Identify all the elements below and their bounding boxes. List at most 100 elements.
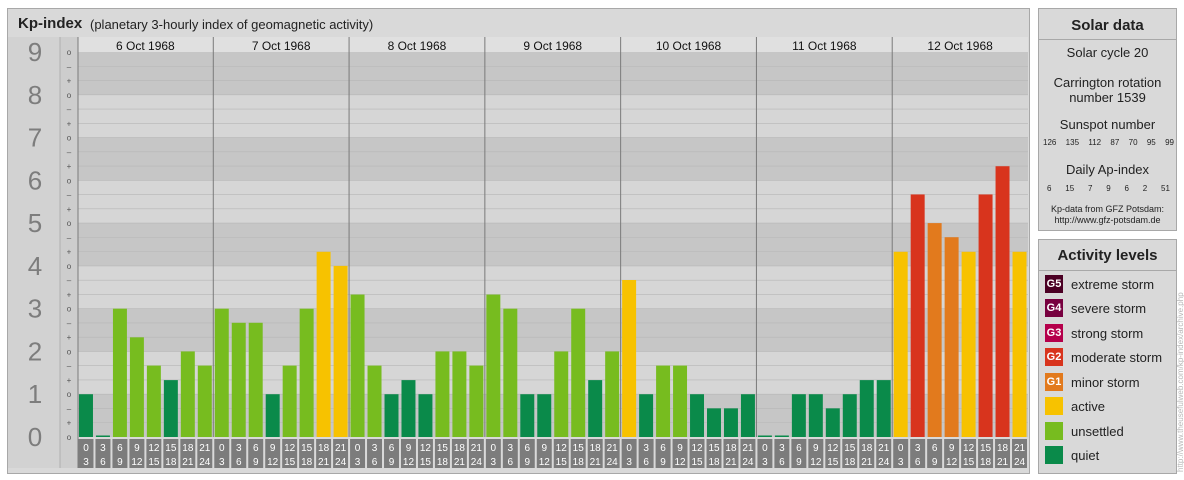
time-slot-start: 15 — [708, 443, 720, 454]
time-slot-start: 0 — [491, 443, 497, 454]
kp-bar-chart: 0123456789o+–o+–o+–o+–o+–o+–o+–o+–o+–o 6 … — [8, 37, 1028, 468]
active-swatch — [1045, 397, 1063, 415]
kp-bar — [571, 308, 586, 437]
time-slot-start: 9 — [406, 443, 412, 454]
time-slot-end: 18 — [437, 457, 449, 468]
legend-active: active — [1045, 396, 1105, 416]
time-slot-end: 24 — [471, 457, 483, 468]
y-minor-tick: o — [67, 176, 72, 185]
g2-badge: G2 — [1045, 348, 1063, 366]
time-slot-end: 24 — [742, 457, 754, 468]
legend-label: active — [1071, 398, 1105, 414]
time-slot-end: 9 — [117, 457, 123, 468]
solar-divider — [1039, 39, 1176, 40]
y-minor-tick: – — [67, 404, 72, 413]
y-minor-tick: o — [67, 390, 72, 399]
time-slot-start: 12 — [284, 443, 296, 454]
time-slot-end: 9 — [796, 457, 802, 468]
ap-value: 15 — [1065, 184, 1075, 193]
kp-bar — [282, 365, 297, 437]
ap-value: 2 — [1142, 184, 1148, 193]
time-slot-end: 9 — [525, 457, 531, 468]
time-slot-end: 3 — [83, 457, 89, 468]
day-label: 10 Oct 1968 — [656, 39, 722, 53]
kp-bar — [79, 394, 93, 437]
time-slot-start: 9 — [270, 443, 276, 454]
time-slot-end: 9 — [660, 457, 666, 468]
y-minor-tick: – — [67, 191, 72, 200]
time-slot-start: 3 — [508, 443, 514, 454]
legend-label: severe storm — [1071, 300, 1147, 316]
time-slot-start: 0 — [83, 443, 89, 454]
kp-bar — [367, 365, 382, 437]
time-slot-end: 12 — [946, 457, 958, 468]
time-slot-start: 6 — [389, 443, 395, 454]
day-label: 6 Oct 1968 — [116, 39, 175, 53]
carrington-line1: Carrington rotation — [1053, 75, 1162, 90]
legend-unsettled: unsettled — [1045, 421, 1124, 441]
time-slot-end: 9 — [389, 457, 395, 468]
activity-divider — [1039, 270, 1176, 271]
day-label: 7 Oct 1968 — [252, 39, 311, 53]
time-slot-start: 9 — [677, 443, 683, 454]
time-slot-start: 3 — [643, 443, 649, 454]
time-slot-end: 24 — [607, 457, 619, 468]
time-slot-end: 6 — [779, 457, 785, 468]
kp-bar — [656, 365, 671, 437]
kp-bar — [537, 394, 552, 437]
legend-label: quiet — [1071, 447, 1100, 463]
time-slot-end: 18 — [301, 457, 313, 468]
kp-bar — [876, 380, 891, 437]
y-minor-tick: o — [67, 262, 72, 271]
y-minor-tick: + — [67, 419, 72, 428]
time-slot-end: 21 — [318, 457, 330, 468]
time-slot-start: 3 — [915, 443, 921, 454]
time-slot-start: 12 — [556, 443, 568, 454]
y-minor-tick: + — [67, 376, 72, 385]
kp-bar — [961, 251, 976, 437]
time-slot-end: 18 — [844, 457, 856, 468]
time-slot-end: 15 — [148, 457, 160, 468]
kp-bar — [554, 351, 569, 437]
y-minor-tick: – — [67, 276, 72, 285]
y-minor-tick: – — [67, 62, 72, 71]
time-slot-start: 0 — [762, 443, 768, 454]
time-slot-end: 15 — [963, 457, 975, 468]
time-slot-start: 9 — [813, 443, 819, 454]
kp-bar — [452, 351, 467, 437]
legend-quiet: quiet — [1045, 445, 1099, 465]
sunspot-value: 135 — [1065, 138, 1080, 147]
kp-bar — [299, 308, 314, 437]
legend-label: moderate storm — [1071, 349, 1163, 365]
kp-bar — [639, 394, 654, 437]
time-slot-end: 15 — [556, 457, 568, 468]
time-slot-end: 24 — [878, 457, 890, 468]
data-source-link[interactable]: http://www.gfz-potsdam.de — [1039, 215, 1176, 225]
time-slot-start: 15 — [301, 443, 313, 454]
kp-bar — [791, 394, 806, 437]
kp-bar — [588, 380, 603, 437]
ap-value: 51 — [1161, 184, 1170, 193]
quiet-swatch — [1045, 446, 1063, 464]
time-slot-end: 3 — [762, 457, 768, 468]
time-slot-start: 12 — [148, 443, 160, 454]
kp-bar — [995, 166, 1010, 437]
sunspot-values: 126 135 112 87 70 95 99 — [1043, 138, 1174, 147]
time-slot-end: 12 — [131, 457, 143, 468]
solar-data-title: Solar data — [1071, 17, 1144, 34]
time-slot-start: 21 — [878, 443, 890, 454]
kp-chart-panel: Kp-index (planetary 3-hourly index of ge… — [7, 8, 1030, 474]
sunspot-value: 70 — [1128, 138, 1138, 147]
y-tick-label: 2 — [28, 336, 42, 366]
time-slot-start: 0 — [898, 443, 904, 454]
g3-badge: G3 — [1045, 324, 1063, 342]
y-minor-tick: + — [67, 290, 72, 299]
time-slot-start: 6 — [253, 443, 259, 454]
y-tick-label: 3 — [28, 294, 42, 324]
grid-band — [78, 94, 1028, 138]
kp-bar — [418, 394, 433, 437]
time-slot-end: 18 — [573, 457, 585, 468]
grid-band — [78, 265, 1028, 309]
kp-bar — [265, 394, 280, 437]
time-slot-end: 18 — [980, 457, 992, 468]
